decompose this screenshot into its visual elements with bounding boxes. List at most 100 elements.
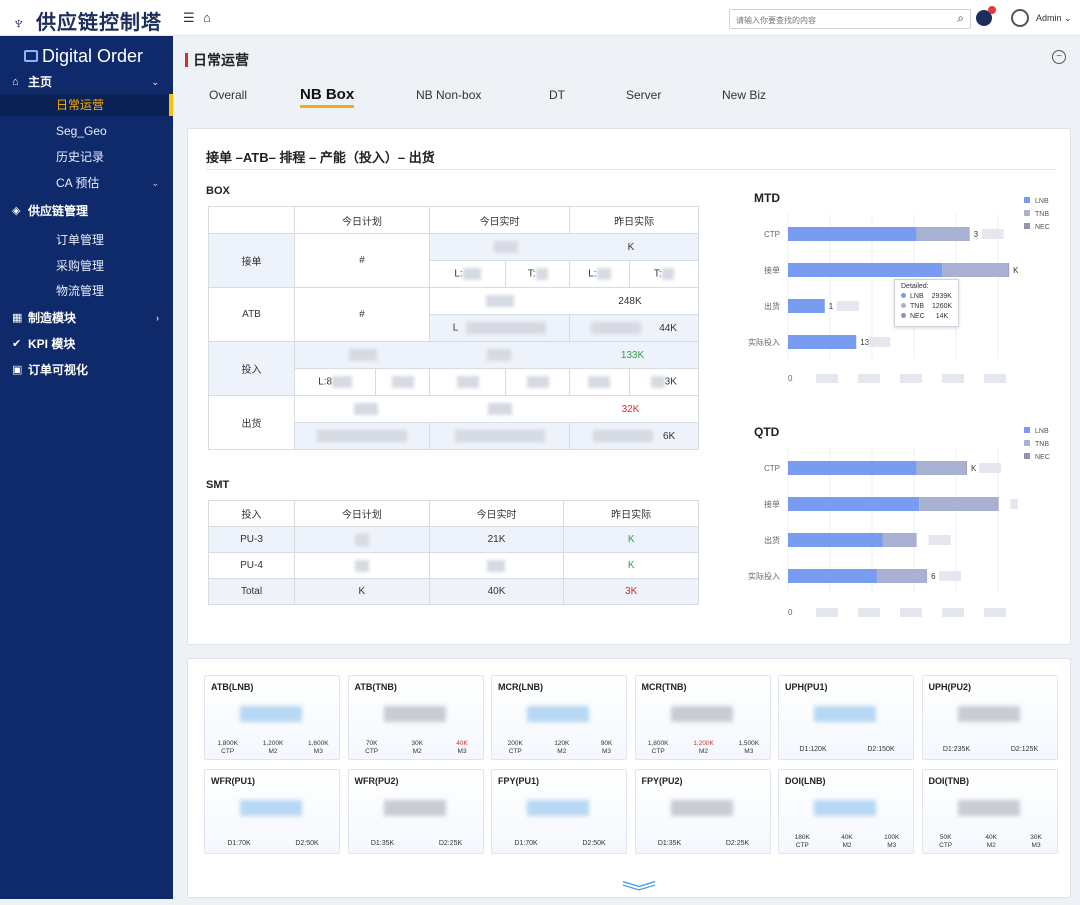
sidebar-item-daily-ops[interactable]: 日常运营 (0, 94, 173, 116)
kpi-tile[interactable]: WFR(PU1) D1:70K D2:50K (204, 769, 340, 854)
kpi-breakdown-value: 50K (939, 834, 952, 841)
kpi-value-masked (527, 706, 589, 722)
sidebar-item-seg-geo[interactable]: Seg_Geo (0, 120, 173, 142)
kpi-tile[interactable]: DOI(TNB) 50K CTP 40K M2 30K M3 (921, 769, 1058, 854)
sidebar-item-home[interactable]: ⌂ 主页 ⌄ (0, 71, 173, 93)
kpi-breakdown-item: 1,500K M3 (739, 740, 760, 756)
kpi-day-value: D2:50K (295, 840, 319, 847)
bar-nec[interactable] (998, 497, 999, 511)
tab-nb-box[interactable]: NB Box (300, 86, 355, 108)
kpi-breakdown-value: 30K (411, 740, 423, 747)
app-brand[interactable]: ♆ 供应链控制塔 (12, 6, 162, 35)
bar-lnb[interactable] (788, 497, 920, 511)
kpi-tile[interactable]: MCR(TNB) 1,800K CTP 1,200K M2 1,500K M3 (634, 675, 771, 760)
masked-value (979, 463, 1002, 473)
bar-lnb[interactable] (788, 299, 825, 313)
sidebar-item-manufacturing[interactable]: ▦ 制造模块 › (0, 307, 173, 329)
bar-nec[interactable] (969, 227, 970, 241)
tab-server[interactable]: Server (626, 88, 661, 102)
avatar[interactable] (1011, 9, 1029, 27)
bar-tnb[interactable] (942, 263, 1009, 277)
chart-tooltip: Detailed: LNB 2939K TNB 1260K NEC 14K (894, 279, 960, 327)
bar-lnb[interactable] (788, 569, 878, 583)
kpi-tile[interactable]: DOI(LNB) 180K CTP 40K M2 100K M3 (778, 769, 914, 854)
table-cell: T: (505, 260, 571, 288)
sidebar-item-kpi[interactable]: ✔ KPI 模块 (0, 333, 173, 355)
notification-icon[interactable] (976, 6, 996, 26)
flow-card: 接单 –ATB– 排程 – 产能（投入）– 出货 BOX 今日计划 今日实时 昨… (187, 128, 1071, 645)
sidebar-item-logistics[interactable]: 物流管理 (0, 280, 173, 302)
masked-value (462, 268, 481, 280)
kpi-breakdown-item: 180K CTP (795, 834, 810, 850)
kpi-title: ATB(LNB) (211, 682, 254, 692)
chevron-right-icon: › (156, 313, 159, 323)
tab-new-biz[interactable]: New Biz (722, 88, 766, 102)
legend-swatch (1024, 210, 1030, 216)
kpi-tile[interactable]: UPH(PU2) D1:235K D2:125K (921, 675, 1059, 760)
sidebar-item-supply-chain[interactable]: ◈ 供应链管理 (0, 200, 173, 222)
sidebar-item-purchasing[interactable]: 采购管理 (0, 255, 173, 277)
sidebar-item-ca-forecast[interactable]: CA 预估 ⌄ (0, 172, 173, 194)
col-header: 今日计划 (294, 206, 430, 234)
legend-item: NEC (1024, 223, 1050, 236)
search-icon[interactable]: ⌕ (957, 11, 964, 26)
bar-tnb[interactable] (882, 533, 917, 547)
home-icon: ⌂ (12, 76, 19, 88)
kpi-tile[interactable]: FPY(PU2) D1:35K D2:25K (634, 769, 771, 854)
col-header: 今日实时 (428, 500, 565, 527)
kpi-tile[interactable]: WFR(PU2) D1:35K D2:25K (347, 769, 484, 854)
kpi-tile[interactable]: ATB(LNB) 1,800K CTP 1,200K M2 1,600K M3 (204, 675, 340, 760)
masked-value (868, 337, 891, 347)
bar-tnb[interactable] (919, 497, 998, 511)
user-menu[interactable]: Admin ⌄ (1036, 13, 1072, 24)
tab-bar: Overall NB Box NB Non-box DT Server New … (173, 84, 1080, 112)
home-icon[interactable]: ⌂ (203, 10, 211, 25)
masked-value (591, 322, 642, 334)
search-input[interactable] (730, 11, 940, 30)
menu-toggle-icon[interactable]: ☰ (183, 10, 195, 26)
kpi-breakdown-item: 40K M3 (456, 740, 468, 756)
bar-tnb[interactable] (916, 461, 967, 475)
masked-value (353, 403, 378, 415)
bar-nec[interactable] (966, 461, 968, 475)
collapse-icon[interactable]: − (1052, 50, 1066, 64)
table-cell: # (294, 287, 430, 342)
sidebar-item-orders[interactable]: 订单管理 (0, 229, 173, 251)
tab-nb-non-box[interactable]: NB Non-box (416, 88, 481, 102)
sidebar-item-history[interactable]: 历史记录 (0, 146, 173, 168)
tab-dt[interactable]: DT (549, 88, 565, 102)
bar-lnb[interactable] (788, 263, 943, 277)
bar-lnb[interactable] (788, 533, 883, 547)
tooltip-title: Detailed: (901, 283, 929, 290)
sidebar-item-label: CA 预估 (56, 176, 100, 190)
kpi-tile[interactable]: ATB(TNB) 70K CTP 30K M2 40K M3 (347, 675, 484, 760)
sidebar-item-order-visual[interactable]: ▣ 订单可视化 (0, 359, 173, 381)
bar-tnb[interactable] (877, 569, 928, 583)
masked-tick (900, 608, 922, 617)
table-cell-value: T: (527, 268, 536, 280)
masked-value (981, 229, 1004, 239)
bar-lnb[interactable] (788, 335, 857, 349)
chevron-double-down-icon[interactable]: ︾ (621, 882, 656, 904)
bar-lnb[interactable] (788, 227, 917, 241)
table-cell: # (294, 233, 430, 288)
kpi-value-masked (383, 706, 446, 722)
kpi-day-value: D1:235K (942, 746, 971, 753)
corner-cell (208, 206, 295, 234)
kpi-tile[interactable]: UPH(PU1) D1:120K D2:150K (778, 675, 914, 760)
kpi-tile[interactable]: FPY(PU1) D1:70K D2:50K (491, 769, 627, 854)
masked-tick (984, 608, 1006, 617)
kpi-breakdown-label: M2 (557, 748, 567, 755)
tab-overall[interactable]: Overall (209, 88, 247, 102)
title-accent (185, 53, 188, 67)
kpi-day-values: D1:235K D2:125K (923, 746, 1059, 753)
kpi-tile[interactable]: MCR(LNB) 200K CTP 120K M2 90K M3 (491, 675, 627, 760)
legend-item: LNB (1024, 427, 1050, 440)
kpi-breakdown-value: 40K (985, 834, 997, 841)
bar-nec[interactable] (1008, 263, 1010, 277)
tooltip-row: LNB 2939K (901, 293, 952, 303)
kpi-day-value: D2:50K (582, 840, 606, 847)
bar-lnb[interactable] (788, 461, 917, 475)
sidebar-title[interactable]: Digital Order (24, 46, 143, 67)
bar-tnb[interactable] (916, 227, 970, 241)
